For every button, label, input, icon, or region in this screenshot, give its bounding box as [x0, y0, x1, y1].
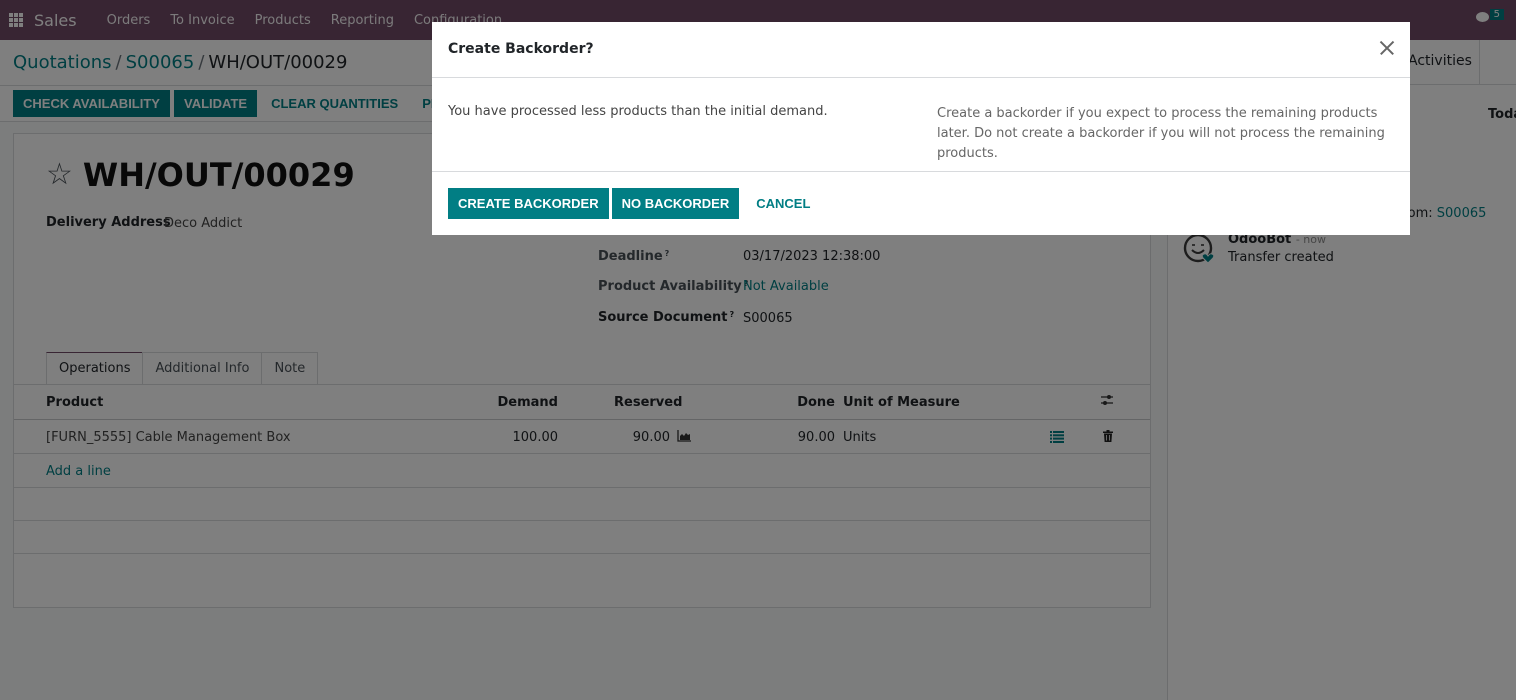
modal-message: You have processed less products than th… [448, 104, 828, 119]
no-backorder-button[interactable]: NO BACKORDER [611, 188, 740, 219]
modal-header: Create Backorder? [432, 22, 1410, 78]
modal-title: Create Backorder? [448, 41, 594, 57]
create-backorder-button[interactable]: CREATE BACKORDER [448, 188, 609, 219]
modal-footer: CREATE BACKORDER NO BACKORDER CANCEL [432, 172, 1410, 234]
modal-body: You have processed less products than th… [432, 78, 1410, 172]
cancel-button[interactable]: CANCEL [742, 188, 824, 219]
create-backorder-dialog: Create Backorder? You have processed les… [432, 22, 1410, 235]
close-icon[interactable] [1378, 39, 1396, 57]
modal-actions: CREATE BACKORDER NO BACKORDER CANCEL [448, 188, 824, 219]
modal-help-text: Create a backorder if you expect to proc… [937, 106, 1385, 161]
